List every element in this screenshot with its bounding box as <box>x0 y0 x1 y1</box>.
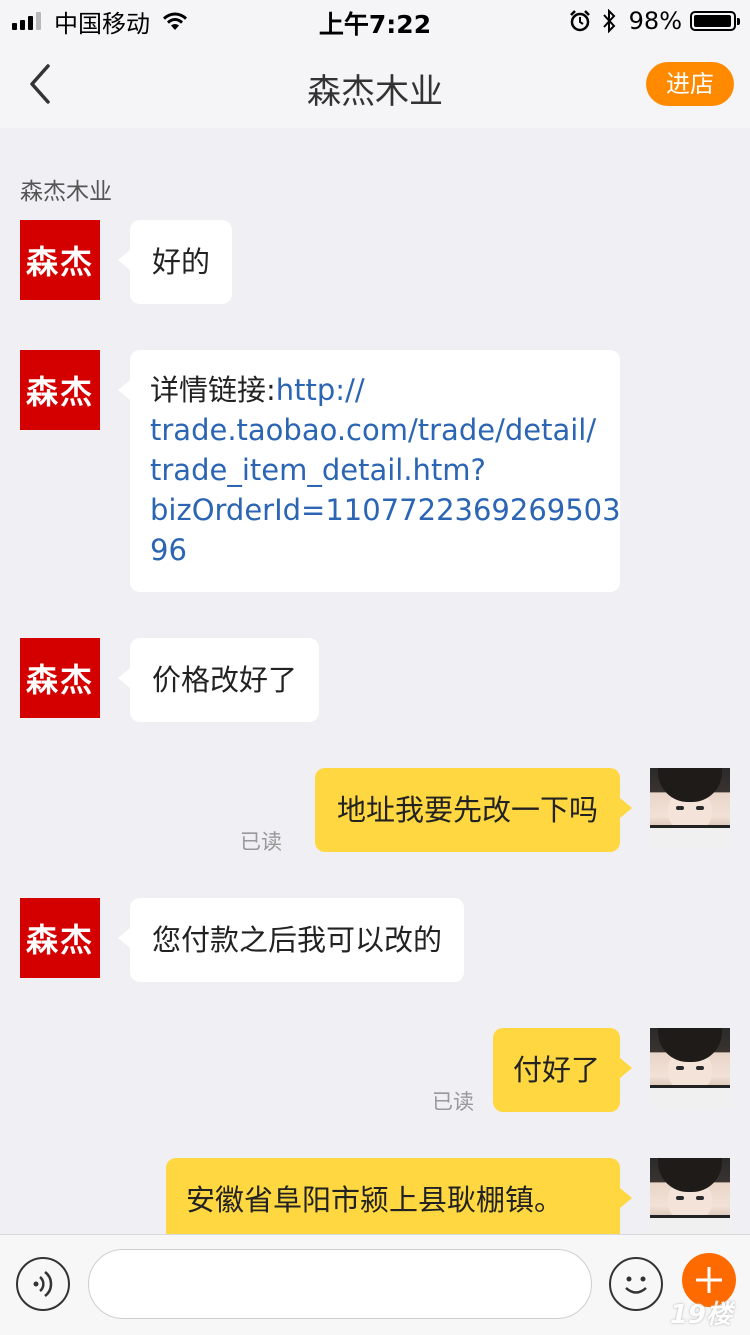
read-status: 已读 <box>432 1090 474 1114</box>
user-avatar[interactable] <box>650 1028 730 1108</box>
status-bar: 中国移动 上午7:22 98% <box>0 0 750 40</box>
status-right: 98% <box>569 7 740 35</box>
message-text: 您付款之后我可以改的 <box>152 923 443 957</box>
message-bubble[interactable]: 详情链接:http:// trade.taobao.com/trade/deta… <box>118 350 621 592</box>
message-bubble[interactable]: 好的 <box>117 220 233 304</box>
page-title: 森杰木业 <box>307 72 443 112</box>
battery-percent: 98% <box>628 7 682 35</box>
order-link[interactable]: trade.taobao.com/trade/detail/ <box>150 410 600 450</box>
emoji-button[interactable] <box>609 1257 663 1311</box>
battery-icon <box>690 11 740 31</box>
user-avatar[interactable] <box>650 768 730 848</box>
watermark-logo: 19楼 <box>669 1300 732 1330</box>
nav-bar: 森杰木业 进店 <box>0 40 750 128</box>
message-input[interactable] <box>88 1249 592 1319</box>
battery-level <box>694 15 731 27</box>
message-bubble[interactable]: 安徽省阜阳市颍上县耿棚镇。 <box>166 1158 632 1234</box>
shop-avatar[interactable]: 森杰 <box>20 638 100 718</box>
voice-icon <box>33 1271 53 1297</box>
alarm-icon <box>569 10 590 32</box>
order-link[interactable]: http:// <box>276 373 365 407</box>
bluetooth-icon <box>602 9 616 33</box>
shop-avatar[interactable]: 森杰 <box>20 350 100 430</box>
message-text: 地址我要先改一下吗 <box>336 793 598 827</box>
order-link[interactable]: 96 <box>150 530 600 570</box>
message-text: 好的 <box>152 245 211 279</box>
message-bubble[interactable]: 付好了 <box>492 1028 633 1112</box>
order-link[interactable]: trade_item_detail.htm? <box>150 450 600 490</box>
shop-avatar[interactable]: 森杰 <box>20 898 100 978</box>
message-bubble[interactable]: 您付款之后我可以改的 <box>117 898 465 982</box>
input-bar: 19楼 <box>0 1234 750 1335</box>
voice-button[interactable] <box>16 1257 70 1311</box>
message-text: 详情链接: <box>150 373 276 407</box>
message-bubble[interactable]: 价格改好了 <box>117 638 320 722</box>
chat-area[interactable]: 森杰木业 森杰 好的 森杰 详情链接:http:// trade.taobao.… <box>0 128 750 1234</box>
sender-name: 森杰木业 <box>20 179 112 205</box>
message-text: 安徽省阜阳市颍上县耿棚镇。 <box>186 1183 564 1217</box>
smiley-icon <box>625 1276 647 1294</box>
order-link[interactable]: bizOrderId=1107722369269503 <box>150 490 621 530</box>
user-avatar[interactable] <box>650 1158 730 1234</box>
read-status: 已读 <box>240 830 282 854</box>
enter-shop-button[interactable]: 进店 <box>646 62 734 106</box>
shop-avatar[interactable]: 森杰 <box>20 220 100 300</box>
message-bubble[interactable]: 地址我要先改一下吗 <box>314 768 633 852</box>
message-text: 付好了 <box>512 1053 600 1087</box>
message-text: 价格改好了 <box>152 663 298 697</box>
